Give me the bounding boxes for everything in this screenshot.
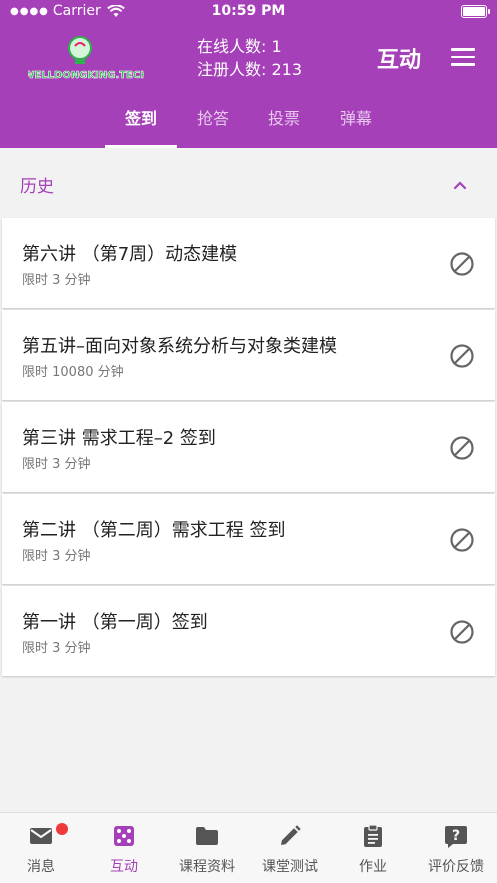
registered-count: 注册人数: 213	[197, 60, 303, 79]
list-item[interactable]: 第一讲 （第一周）签到 限时 3 分钟	[2, 586, 495, 676]
item-subtitle: 限时 3 分钟	[22, 641, 91, 656]
tab-quick-answer[interactable]: 抢答	[177, 100, 249, 148]
nav-homework[interactable]: 作业	[332, 813, 414, 883]
bottom-nav: 消息 互动 课程资料 课堂测试 作业 ? 评价反馈	[0, 812, 497, 883]
item-subtitle: 限时 3 分钟	[22, 273, 91, 288]
clipboard-icon	[364, 824, 382, 847]
nav-label: 消息	[27, 859, 55, 875]
ban-icon[interactable]	[449, 527, 475, 553]
list-item[interactable]: 第二讲 （第二周）需求工程 签到 限时 3 分钟	[2, 494, 495, 584]
nav-label: 作业	[359, 859, 387, 875]
status-bar: ●●●● Carrier 10:59 PM	[0, 0, 497, 24]
item-subtitle: 限时 3 分钟	[22, 549, 91, 564]
logo-text: WELLDONGKING.TECH	[28, 70, 144, 81]
nav-label: 课程资料	[179, 859, 235, 875]
clock: 10:59 PM	[211, 3, 286, 19]
battery-icon	[461, 5, 490, 18]
menu-icon[interactable]	[451, 48, 475, 66]
ban-icon[interactable]	[449, 619, 475, 645]
tab-bar: 签到 抢答 投票 弹幕	[0, 100, 497, 148]
tab-danmaku[interactable]: 弹幕	[320, 100, 392, 148]
app-logo: WELLDONGKING.TECH	[28, 36, 144, 81]
item-title: 第五讲–面向对象系统分析与对象类建模	[22, 336, 337, 357]
item-subtitle: 限时 3 分钟	[22, 457, 91, 472]
mail-icon	[30, 828, 52, 844]
nav-class-test[interactable]: 课堂测试	[249, 813, 331, 883]
item-title: 第六讲 （第7周）动态建模	[22, 244, 238, 265]
nav-feedback[interactable]: ? 评价反馈	[415, 813, 497, 883]
item-title: 第二讲 （第二周）需求工程 签到	[22, 520, 286, 541]
chevron-up-icon[interactable]	[453, 180, 467, 190]
ban-icon[interactable]	[449, 343, 475, 369]
nav-label: 评价反馈	[428, 859, 484, 875]
nav-messages[interactable]: 消息	[0, 813, 82, 883]
item-title: 第三讲 需求工程–2 签到	[22, 428, 216, 449]
pencil-icon	[281, 825, 301, 845]
nav-label: 互动	[110, 859, 138, 875]
ban-icon[interactable]	[449, 435, 475, 461]
item-title: 第一讲 （第一周）签到	[22, 612, 208, 633]
tab-vote[interactable]: 投票	[248, 100, 320, 148]
tab-checkin[interactable]: 签到	[105, 100, 177, 148]
section-title: 历史	[20, 177, 54, 197]
notification-badge	[56, 823, 68, 835]
nav-interaction[interactable]: 互动	[83, 813, 165, 883]
history-section-header[interactable]: 历史	[0, 152, 497, 214]
list-item[interactable]: 第六讲 （第7周）动态建模 限时 3 分钟	[2, 218, 495, 308]
dice-icon	[114, 826, 134, 846]
nav-label: 课堂测试	[262, 859, 318, 875]
folder-icon	[196, 827, 218, 845]
list-item[interactable]: 第五讲–面向对象系统分析与对象类建模 限时 10080 分钟	[2, 310, 495, 400]
item-subtitle: 限时 10080 分钟	[22, 365, 124, 380]
online-count: 在线人数: 1	[197, 37, 282, 56]
help-icon: ?	[445, 826, 467, 848]
list-item[interactable]: 第三讲 需求工程–2 签到 限时 3 分钟	[2, 402, 495, 492]
nav-course-materials[interactable]: 课程资料	[166, 813, 248, 883]
user-stats: 在线人数: 1 注册人数: 213	[197, 35, 302, 81]
svg-text:?: ?	[452, 828, 460, 844]
ban-icon[interactable]	[449, 251, 475, 277]
page-title: 互动	[377, 48, 422, 73]
